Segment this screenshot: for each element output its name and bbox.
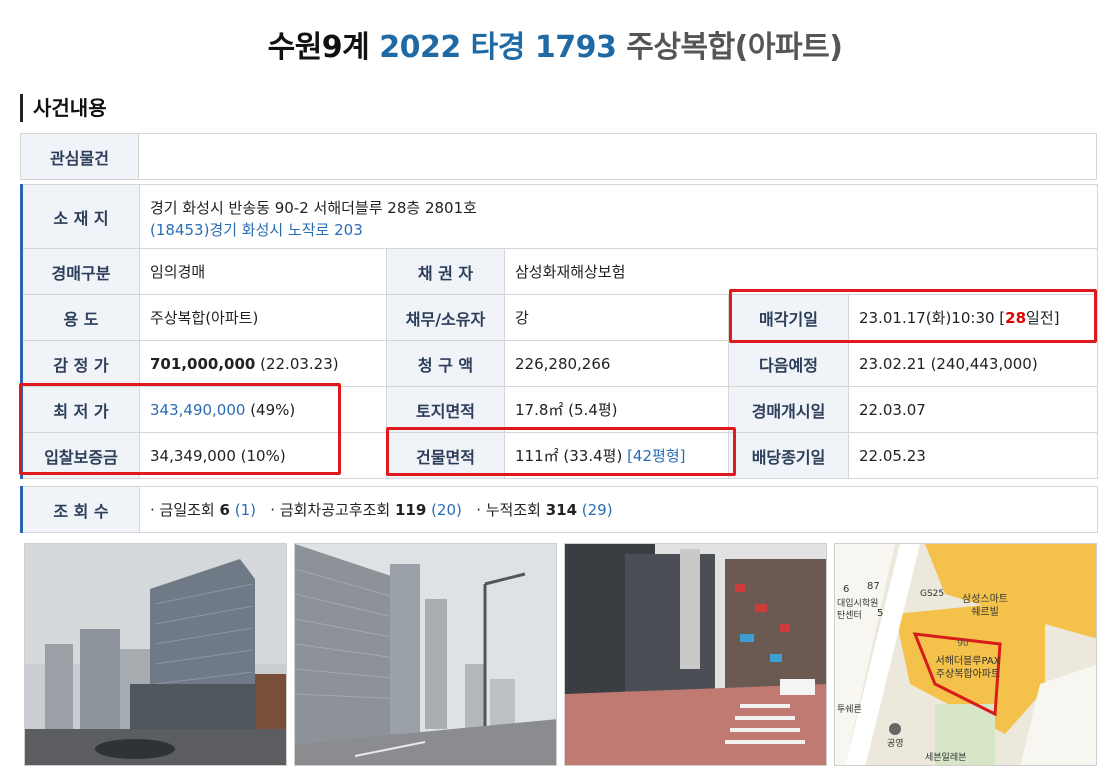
dividend-date-label: 배당종기일 — [728, 432, 849, 479]
court-name: 수원9계 — [267, 30, 370, 65]
property-photo[interactable] — [24, 543, 287, 766]
cumulative-views-label: · 누적조회 — [476, 501, 546, 519]
map-label: 쉐르빌 — [971, 606, 999, 618]
interest-label: 관심물건 — [20, 133, 139, 180]
after-views-total: 119 — [395, 501, 427, 519]
case-info-table: 소 재 지 경기 화성시 반송동 90-2 서해더블루 28층 2801호 (1… — [20, 184, 1099, 479]
appraisal-value: 701,000,000 (22.03.23) — [139, 340, 387, 387]
creditor-label: 채 권 자 — [386, 248, 505, 295]
parking-icon — [889, 723, 901, 735]
table-row: 입찰보증금 34,349,000 (10%) 건물면적 111㎡ (33.4평)… — [20, 432, 1099, 479]
appraisal-amount: 701,000,000 — [150, 354, 256, 373]
location-row: 소 재 지 경기 화성시 반송동 90-2 서해더블루 28층 2801호 (1… — [20, 184, 1099, 249]
page-title: 수원9계 2022 타경 1793 주상복합(아파트) — [0, 22, 1110, 66]
min-price-amount: 343,490,000 — [150, 400, 246, 419]
auction-type-label: 경매구분 — [20, 248, 140, 295]
map-label: 서해더블루PAX — [935, 654, 1000, 667]
map-label: 투쉐른 — [837, 704, 862, 715]
building-area-label: 건물면적 — [386, 432, 505, 479]
map-label: 90 — [957, 639, 969, 649]
land-area-value: 17.8㎡ (5.4평) — [504, 386, 729, 433]
case-number: 2022 타경 1793 — [379, 30, 617, 65]
sale-date-value: 23.01.17(화)10:30 [28일전] — [847, 294, 1099, 341]
location-map[interactable]: 90 서해더블루PAX 주상복합아파트 삼성스마트 쉐르빌 GS25 87 6 … — [834, 543, 1097, 766]
min-price-value: 343,490,000 (49%) — [139, 386, 387, 433]
next-date-value: 23.02.21 (240,443,000) — [847, 340, 1099, 387]
sale-date-suffix: 일전] — [1026, 309, 1060, 327]
map-label: 87 — [867, 581, 880, 592]
address-lot: 경기 화성시 반송동 90-2 서해더블루 28층 2801호 — [150, 198, 477, 217]
min-price-label: 최 저 가 — [20, 386, 140, 433]
map-label: 6 — [843, 584, 849, 595]
debtor-label: 채무/소유자 — [386, 294, 505, 341]
building-area-text: 111㎡ (33.4평) — [515, 447, 628, 465]
dividend-date-value: 22.05.23 — [847, 432, 1099, 479]
table-row: 경매구분 임의경매 채 권 자 삼성화재해상보험 — [20, 248, 1099, 295]
appraisal-label: 감 정 가 — [20, 340, 140, 387]
map-label: 공영 — [887, 738, 904, 749]
map-label: 삼성스마트 — [962, 593, 1008, 605]
interest-row: 관심물건 — [20, 133, 1097, 180]
map-label: 탄센터 — [837, 610, 862, 621]
map-label: 주상복합아파트 — [936, 668, 1000, 680]
claim-label: 청 구 액 — [386, 340, 505, 387]
map-label: 대입시학원 — [837, 597, 878, 609]
location-value: 경기 화성시 반송동 90-2 서해더블루 28층 2801호 (18453)경… — [138, 184, 1099, 249]
usage-value: 주상복합(아파트) — [139, 294, 387, 341]
table-row: 최 저 가 343,490,000 (49%) 토지면적 17.8㎡ (5.4평… — [20, 386, 1099, 433]
auction-type-value: 임의경매 — [139, 248, 387, 295]
views-label: 조 회 수 — [20, 486, 140, 533]
views-table: 조 회 수 · 금일조회 6 (1) · 금회차공고후조회 119 (20) ·… — [20, 486, 1098, 533]
today-views-label: · 금일조회 — [150, 501, 220, 519]
pyeong-type-link[interactable]: [42평형] — [627, 447, 685, 465]
after-views-label: · 금회차공고후조회 — [270, 501, 395, 519]
interest-table: 관심물건 — [20, 133, 1097, 180]
days-remaining: 28 — [1005, 309, 1027, 327]
usage-label: 용 도 — [20, 294, 140, 341]
property-type: 주상복합(아파트) — [626, 30, 843, 65]
start-date-value: 22.03.07 — [847, 386, 1099, 433]
start-date-label: 경매개시일 — [728, 386, 849, 433]
deposit-value: 34,349,000 (10%) — [139, 432, 387, 479]
deposit-label: 입찰보증금 — [20, 432, 140, 479]
address-road[interactable]: (18453)경기 화성시 노작로 203 — [150, 219, 1087, 241]
sale-date-label: 매각기일 — [728, 294, 849, 341]
property-photo[interactable] — [564, 543, 827, 766]
creditor-value: 삼성화재해상보험 — [503, 248, 1099, 295]
min-price-percent: (49%) — [245, 400, 296, 419]
cumulative-views-total: 314 — [545, 501, 578, 519]
building-area-value: 111㎡ (33.4평) [42평형] — [504, 432, 729, 479]
cumulative-views-sub: (29) — [577, 501, 613, 519]
today-views-sub: (1) — [229, 501, 256, 519]
views-value: · 금일조회 6 (1) · 금회차공고후조회 119 (20) · 누적조회 … — [139, 486, 1098, 533]
next-date-label: 다음예정 — [728, 340, 849, 387]
debtor-value: 강 — [504, 294, 729, 341]
claim-value: 226,280,266 — [504, 340, 729, 387]
map-label: 5 — [877, 608, 883, 619]
map-label: GS25 — [920, 589, 944, 599]
sale-date-text: 23.01.17(화)10:30 [ — [859, 309, 1006, 327]
property-photo[interactable] — [294, 543, 557, 766]
location-label: 소 재 지 — [20, 184, 140, 249]
table-row: 감 정 가 701,000,000 (22.03.23) 청 구 액 226,2… — [20, 340, 1099, 387]
land-area-label: 토지면적 — [386, 386, 505, 433]
map-label: 세븐일레븐 — [925, 752, 966, 763]
interest-value[interactable] — [138, 133, 1097, 180]
after-views-sub: (20) — [426, 501, 462, 519]
today-views-total: 6 — [219, 501, 230, 519]
table-row: 용 도 주상복합(아파트) 채무/소유자 강 매각기일 23.01.17(화)1… — [20, 294, 1099, 341]
views-row: 조 회 수 · 금일조회 6 (1) · 금회차공고후조회 119 (20) ·… — [20, 486, 1098, 533]
appraisal-date: (22.03.23) — [255, 354, 339, 373]
section-heading: 사건내용 — [20, 94, 107, 122]
